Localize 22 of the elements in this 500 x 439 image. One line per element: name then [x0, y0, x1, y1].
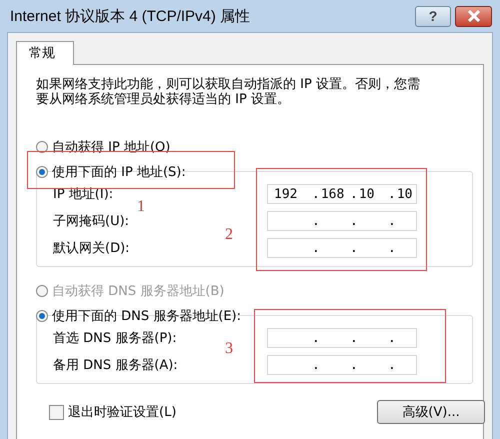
description-text: 如果网络支持此功能，则可以获取自动指派的 IP 设置。否则，您需要从网络系统管理员处获得适当的 IP 设置。 — [36, 77, 421, 107]
field-label: 默认网关(D): — [53, 240, 130, 257]
ip-address-field[interactable]: . . . — [267, 355, 417, 375]
advanced-button[interactable]: 高级(V)... — [377, 400, 485, 424]
radio-option[interactable]: 使用下面的 IP 地址(S): — [36, 162, 468, 181]
annotation-number: 2 — [225, 226, 233, 244]
close-button[interactable] — [455, 6, 492, 26]
radio-option[interactable]: 使用下面的 DNS 服务器地址(E): — [36, 306, 468, 325]
field-label: 首选 DNS 服务器(P): — [53, 330, 177, 347]
annotation-number: 3 — [225, 340, 233, 358]
checkbox[interactable]: 退出时验证设置(L) — [49, 403, 176, 421]
ip-address-field[interactable]: . . . — [267, 328, 417, 348]
window-title: Internet 协议版本 4 (TCP/IPv4) 属性 — [10, 6, 252, 26]
ip-address-field[interactable]: . . . — [267, 211, 417, 231]
close-icon — [466, 10, 480, 22]
ip-address-field[interactable]: 192 .168 .10 .10 — [267, 184, 417, 204]
help-button[interactable]: ? — [415, 6, 451, 26]
field-label: 子网掩码(U): — [53, 213, 130, 230]
tab[interactable]: 常规 — [16, 41, 74, 65]
ip-address-field[interactable]: . . . — [267, 238, 417, 258]
field-label: 备用 DNS 服务器(A): — [53, 357, 178, 374]
annotation-number: 1 — [137, 198, 145, 216]
